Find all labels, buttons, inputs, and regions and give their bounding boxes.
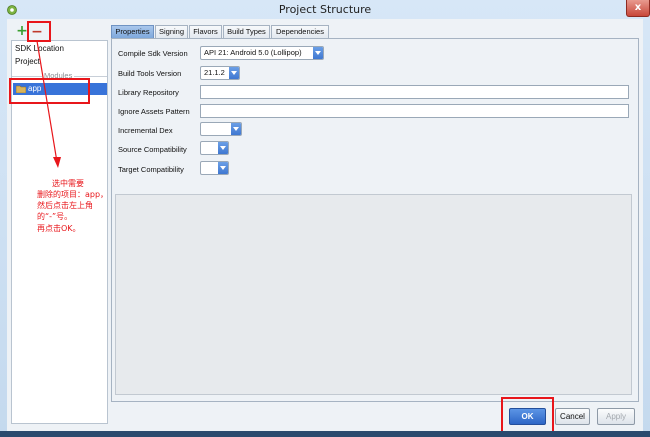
annotation-arrow [36, 40, 61, 168]
project-structure-window: Project Structure x + − SDK Location Pro… [0, 0, 650, 437]
taskbar [0, 431, 650, 437]
annotation-line-1: 选中需要 [52, 179, 84, 188]
annotation-line-4: 的“-”号。 [37, 212, 73, 221]
annotation-line-3: 然后点击左上角 [37, 201, 93, 210]
annotation-line-2: 删除的项目：app， [37, 190, 109, 199]
annotation-line-5: 再点击OK。 [37, 224, 81, 233]
